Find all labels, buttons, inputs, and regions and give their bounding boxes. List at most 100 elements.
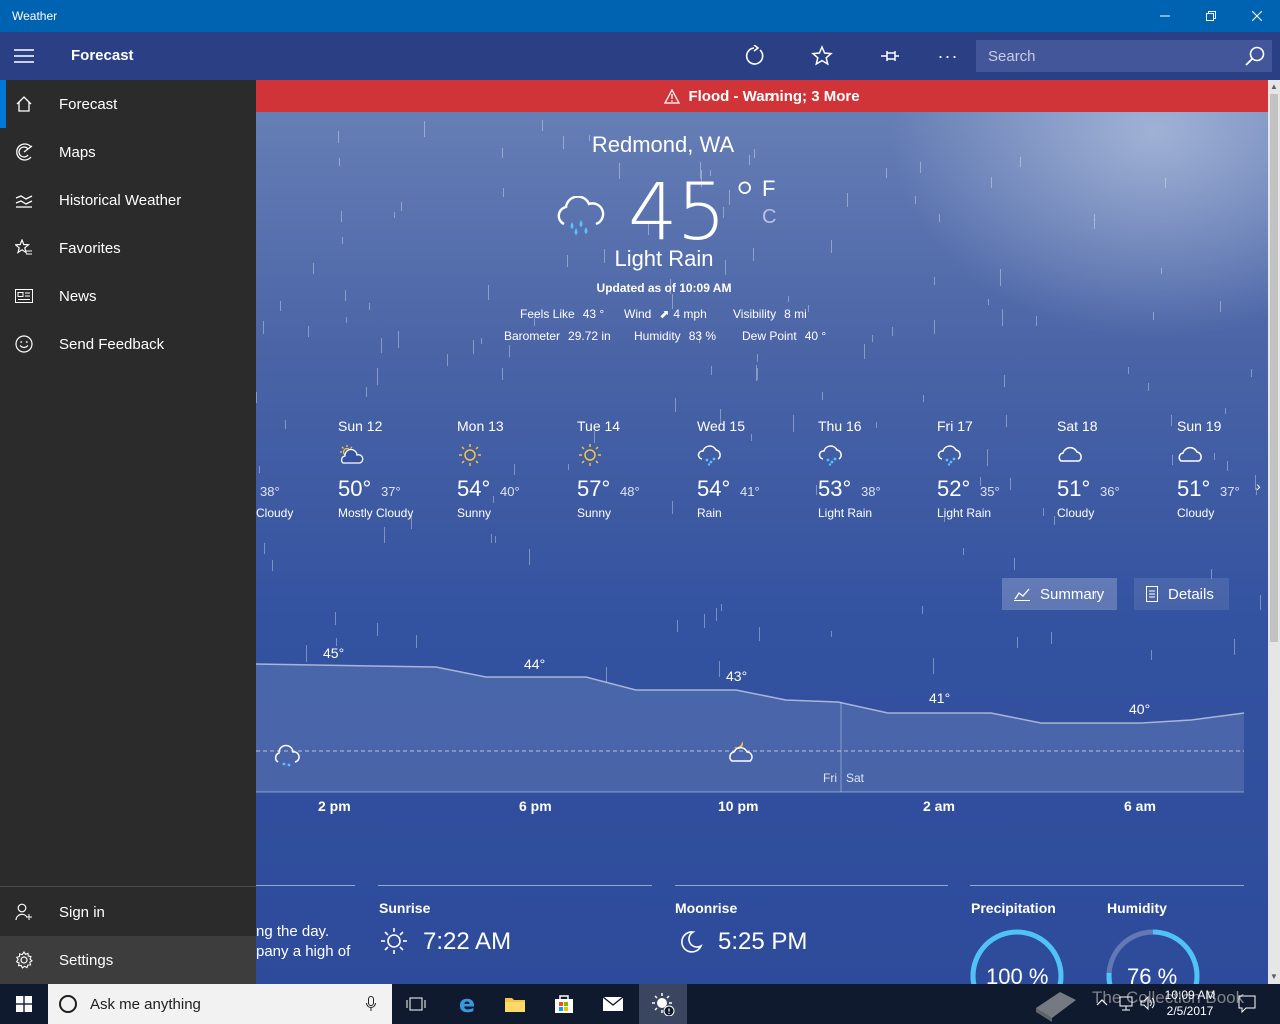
day-low: 37° (1220, 484, 1240, 499)
nav-item-favorites[interactable]: Favorites (0, 224, 256, 272)
rain-streak (366, 387, 367, 397)
day-condition: Light Rain (818, 506, 873, 520)
rain-streak (341, 211, 342, 222)
day-card-fri-17[interactable]: Fri 17 52° 35° Light Rain (937, 418, 1047, 520)
day-card-sat-18[interactable]: Sat 18 51° 36° Cloudy (1057, 418, 1167, 520)
moonrise-time: 5:25 PM (718, 928, 808, 955)
rain-streak (502, 368, 503, 380)
rain-streak (808, 305, 809, 312)
hourly-temp-label: 40° (1129, 701, 1150, 717)
cloud-background (888, 80, 1268, 340)
hour-label: 2 pm (318, 798, 351, 814)
scroll-down-icon[interactable]: ▼ (1268, 970, 1280, 984)
summary-text: pany a high of (256, 943, 351, 960)
rain-streak (677, 620, 678, 632)
unit-celsius[interactable]: C (762, 206, 776, 229)
day-card-thu-16[interactable]: Thu 16 53° 38° Light Rain (818, 418, 928, 520)
rain-streak (619, 163, 620, 179)
day-card-mon-13[interactable]: Mon 13 54° 40° Sunny (457, 418, 567, 520)
file-explorer-app[interactable] (491, 984, 539, 1024)
cortana-input[interactable] (90, 995, 350, 1013)
rain-streak (264, 543, 265, 554)
weather-app[interactable] (639, 984, 687, 1024)
hourly-temp-label: 45° (323, 645, 344, 661)
hamburger-button[interactable] (0, 32, 48, 80)
pin-button[interactable] (876, 42, 904, 70)
close-button[interactable] (1234, 0, 1280, 32)
list-icon (1146, 586, 1158, 602)
rain-streak (915, 196, 916, 204)
summary-button[interactable]: Summary (1002, 578, 1117, 610)
volume-icon[interactable] (1140, 995, 1156, 1011)
task-view-button[interactable] (392, 984, 440, 1024)
nav-item-settings[interactable]: Settings (0, 936, 256, 984)
star-list-icon (15, 239, 32, 255)
rain-streak (308, 326, 309, 337)
day-name: Sat 18 (1057, 418, 1098, 434)
nav-item-sign-in[interactable]: Sign in (0, 888, 256, 936)
rain-cloud-icon (557, 196, 605, 235)
rain-streak (1172, 455, 1173, 465)
rain-streak (847, 193, 848, 207)
day-high: 51° (1177, 476, 1211, 501)
rain-streak (757, 368, 758, 380)
day-card-wed-15[interactable]: Wed 15 54° 41° Rain (697, 418, 807, 520)
start-button[interactable] (0, 984, 48, 1024)
vertical-scrollbar[interactable]: ▲ ▼ (1268, 80, 1280, 984)
search-input[interactable] (976, 47, 1236, 65)
rain-streak (1054, 516, 1055, 525)
nav-item-maps[interactable]: Maps (0, 128, 256, 176)
edge-app[interactable]: e (443, 984, 491, 1024)
nav-item-forecast[interactable]: Forecast (0, 80, 256, 128)
gear-icon (15, 951, 33, 969)
rain-streak (272, 560, 273, 571)
favorite-button[interactable] (808, 42, 836, 70)
refresh-button[interactable] (740, 42, 768, 70)
cloudy-icon (1057, 444, 1083, 466)
rain-streak (493, 496, 494, 503)
network-icon[interactable] (1118, 995, 1134, 1011)
humidity-card-label: Humidity (1107, 900, 1167, 916)
restore-button[interactable] (1188, 0, 1234, 32)
day-card-sun-19[interactable]: Sun 19 51° 37° Cloudy (1177, 418, 1268, 520)
minimize-button[interactable] (1142, 0, 1188, 32)
search-icon[interactable] (1244, 45, 1266, 67)
day-low: 38° (861, 484, 881, 499)
person-add-icon (15, 903, 32, 921)
details-button[interactable]: Details (1134, 578, 1229, 610)
alert-banner[interactable]: Flood - Warning; 3 More › (256, 80, 1268, 112)
more-button[interactable]: ··· (934, 42, 962, 70)
window-controls (1142, 0, 1280, 32)
search-box (976, 40, 1272, 72)
rain-streak (816, 485, 817, 495)
nav-item-send-feedback[interactable]: Send Feedback (0, 320, 256, 368)
rain-streak (1227, 461, 1228, 471)
rain-icon (697, 444, 723, 466)
mail-icon (602, 996, 624, 1011)
temperature-area (256, 664, 1244, 792)
day-condition: Sunny (457, 506, 492, 520)
nav-item-historical-weather[interactable]: Historical Weather (0, 176, 256, 224)
day-condition: Light Rain (937, 506, 992, 520)
day-card-sun-12[interactable]: Sun 12 50° 37° Mostly Cloudy (338, 418, 448, 520)
unit-fahrenheit[interactable]: F (762, 176, 775, 202)
barometer: Barometer 29.72 in (504, 329, 611, 343)
day-high: 51° (1057, 476, 1091, 501)
mail-app[interactable] (589, 984, 637, 1024)
chevron-up-icon[interactable] (1096, 997, 1108, 1007)
hour-label: 10 pm (718, 798, 759, 814)
action-center-icon[interactable] (1238, 995, 1256, 1013)
nav-item-news[interactable]: News (0, 272, 256, 320)
microphone-icon[interactable] (366, 996, 376, 1012)
day-name: Sun 12 (338, 418, 383, 434)
scroll-right-icon[interactable]: › (1256, 478, 1261, 494)
system-clock[interactable]: 10:09 AM 2/5/2017 (1160, 987, 1220, 1019)
day-card-tue-14[interactable]: Tue 14 57° 48° Sunny (577, 418, 687, 520)
rain-streak (711, 366, 712, 375)
rain-streak (991, 177, 992, 188)
scroll-up-icon[interactable]: ▲ (1268, 80, 1280, 94)
scrollbar-thumb[interactable] (1270, 94, 1278, 642)
store-app[interactable] (540, 984, 588, 1024)
humidity-value: 76 % (1127, 964, 1178, 984)
rain-streak (1128, 367, 1129, 374)
